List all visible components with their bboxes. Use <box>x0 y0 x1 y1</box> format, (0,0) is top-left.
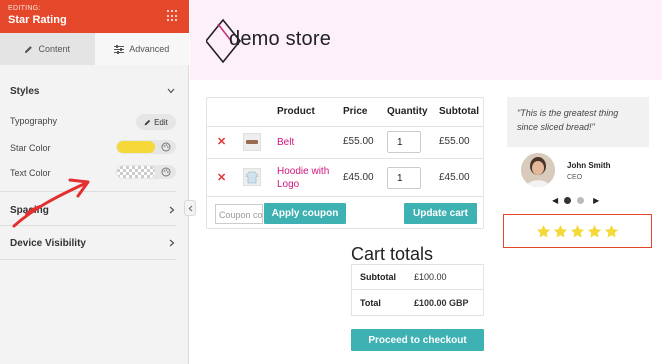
store-header: demo store <box>190 0 662 80</box>
text-color-label: Text Color <box>10 168 51 178</box>
product-subtotal: £45.00 <box>439 172 470 183</box>
chevron-down-icon <box>167 88 175 94</box>
page-builder: EDITING: Star Rating Content Advanced St… <box>0 0 662 364</box>
store-logo-text[interactable]: demo store <box>229 28 331 51</box>
subtotal-value: £100.00 <box>414 272 447 282</box>
pencil-icon <box>25 45 33 53</box>
row-divider <box>352 289 483 290</box>
star-icon <box>587 224 602 237</box>
proceed-to-checkout-button[interactable]: Proceed to checkout <box>351 329 484 351</box>
sliders-icon <box>114 44 125 54</box>
typography-edit-button[interactable]: Edit <box>136 114 176 130</box>
column-header-price: Price <box>343 106 368 117</box>
apply-coupon-button[interactable]: Apply coupon <box>264 203 346 224</box>
device-visibility-heading: Device Visibility <box>10 237 86 249</box>
column-header-quantity: Quantity <box>387 106 428 117</box>
coupon-input[interactable]: Coupon code <box>215 204 263 224</box>
star-icon <box>536 224 551 237</box>
belt-image-icon <box>246 140 258 144</box>
remove-item-icon[interactable]: ✕ <box>217 135 226 148</box>
product-name-link[interactable]: Hoodie with Logo <box>277 165 337 191</box>
testimonial-author-role: CEO <box>567 174 583 181</box>
hoodie-image-icon <box>245 171 259 184</box>
star-rating-widget[interactable] <box>503 214 652 248</box>
chevron-right-icon <box>169 239 175 247</box>
quantity-input[interactable]: 1 <box>387 131 421 153</box>
spacing-heading: Spacing <box>10 204 49 216</box>
column-header-product: Product <box>277 106 315 117</box>
device-visibility-section-header[interactable]: Device Visibility <box>0 235 189 251</box>
product-name-link[interactable]: Belt <box>277 136 294 149</box>
pencil-icon <box>144 119 151 125</box>
star-color-picker[interactable] <box>116 140 176 154</box>
row-divider <box>207 126 483 127</box>
product-subtotal: £55.00 <box>439 136 470 147</box>
editing-label: EDITING: <box>8 5 41 12</box>
cart-totals-table: Subtotal £100.00 Total £100.00 GBP <box>351 264 484 316</box>
settings-panel: EDITING: Star Rating Content Advanced St… <box>0 0 189 364</box>
cart-totals-title: Cart totals <box>351 244 434 264</box>
tab-advanced[interactable]: Advanced <box>94 33 189 65</box>
update-cart-button[interactable]: Update cart <box>404 203 477 224</box>
column-header-subtotal: Subtotal <box>439 106 479 117</box>
tab-advanced-label: Advanced <box>129 44 170 54</box>
star-icon <box>604 224 619 237</box>
carousel-next-icon[interactable]: ▶ <box>593 196 599 205</box>
product-thumbnail[interactable] <box>243 168 261 186</box>
carousel-dot-active[interactable] <box>564 197 572 204</box>
typography-label: Typography <box>10 116 58 126</box>
product-price: £55.00 <box>343 136 374 147</box>
collapse-panel-button[interactable] <box>184 200 196 216</box>
styles-section-header[interactable]: Styles <box>0 83 189 99</box>
panel-header: EDITING: Star Rating <box>0 0 189 33</box>
tab-content-label: Content <box>38 44 71 54</box>
color-palette-icon[interactable] <box>161 167 171 177</box>
row-divider <box>207 158 483 159</box>
spacing-section-header[interactable]: Spacing <box>0 202 189 218</box>
quantity-input[interactable]: 1 <box>387 167 421 189</box>
styles-heading: Styles <box>10 85 40 97</box>
person-photo-icon <box>521 153 555 187</box>
panel-tabs: Content Advanced <box>0 33 189 65</box>
star-color-label: Star Color <box>10 143 51 153</box>
tab-content[interactable]: Content <box>0 33 95 65</box>
carousel-dot[interactable] <box>577 197 585 204</box>
testimonial-quote: "This is the greatest thing since sliced… <box>507 97 649 147</box>
color-palette-icon[interactable] <box>161 142 171 152</box>
section-divider <box>0 191 176 192</box>
grid-menu-icon[interactable] <box>167 10 179 22</box>
star-color-swatch[interactable] <box>117 141 155 153</box>
product-price: £45.00 <box>343 172 374 183</box>
star-icon <box>570 224 585 237</box>
product-thumbnail[interactable] <box>243 133 261 151</box>
chevron-right-icon <box>169 206 175 214</box>
star-icon <box>553 224 568 237</box>
carousel-prev-icon[interactable]: ◀ <box>552 196 558 205</box>
text-color-picker[interactable] <box>116 165 176 179</box>
text-color-swatch[interactable] <box>117 166 155 178</box>
subtotal-label: Subtotal <box>360 272 396 282</box>
avatar <box>521 153 555 187</box>
testimonial-author-name: John Smith <box>567 161 611 170</box>
chevron-left-icon <box>187 205 192 211</box>
testimonial-carousel-nav: ◀ ▶ <box>552 196 599 205</box>
panel-title: Star Rating <box>8 14 67 26</box>
cart-table: Product Price Quantity Subtotal ✕ Belt £… <box>206 97 484 229</box>
remove-item-icon[interactable]: ✕ <box>217 171 226 184</box>
total-label: Total <box>360 298 381 308</box>
section-divider <box>0 259 176 260</box>
row-divider <box>207 196 483 197</box>
edit-button-label: Edit <box>154 117 168 127</box>
total-value: £100.00 GBP <box>414 298 469 308</box>
section-divider <box>0 225 176 226</box>
